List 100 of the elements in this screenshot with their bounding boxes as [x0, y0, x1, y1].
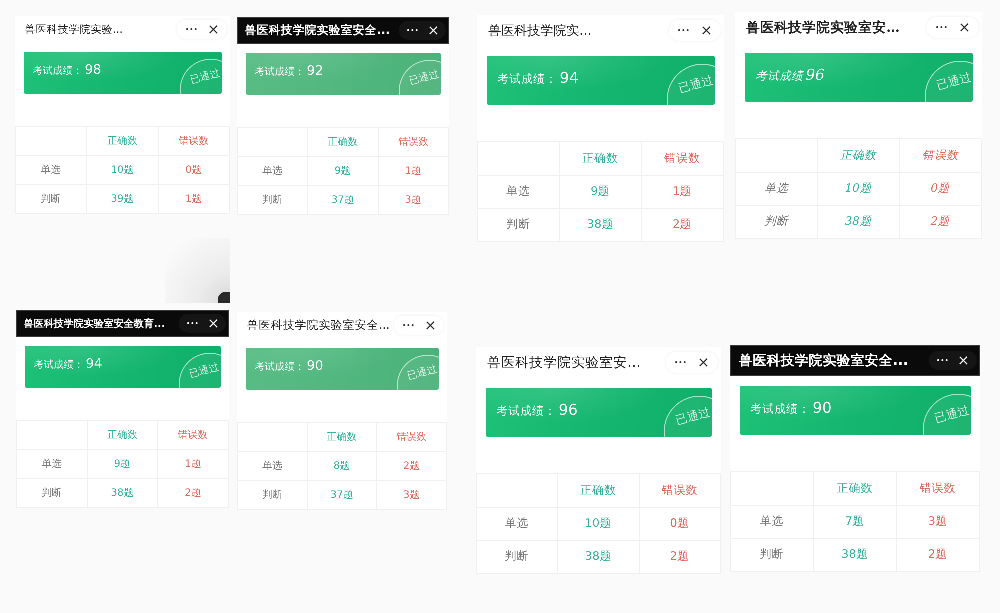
row-header: 判断 — [736, 205, 818, 239]
row-header: 单选 — [16, 450, 88, 478]
table-cell: 38题 — [818, 205, 900, 239]
table-cell: 9题 — [308, 156, 378, 186]
row-header: 单选 — [730, 505, 814, 538]
row-header: 单选 — [16, 156, 87, 184]
table-cell: 2题 — [896, 538, 980, 572]
row-header: 单选 — [238, 156, 308, 186]
row-header: 单选 — [476, 507, 558, 540]
column-header: 正确数 — [814, 472, 896, 506]
column-header: 正确数 — [86, 126, 158, 156]
score-text: 考试成绩：96 — [496, 400, 578, 419]
score-text: 考试成绩：98 — [33, 63, 102, 78]
row-header: 判断 — [478, 208, 560, 242]
close-icon — [959, 356, 969, 366]
table-cell: 9题 — [560, 175, 642, 208]
table-cell: 2题 — [376, 452, 446, 480]
table-cell: 37题 — [308, 186, 378, 214]
table-cell: 3题 — [896, 505, 980, 538]
column-header: 正确数 — [87, 420, 158, 450]
column-header: 正确数 — [308, 128, 378, 156]
column-header: 错误数 — [158, 126, 230, 156]
row-header: 判断 — [238, 480, 308, 510]
row-header: 单选 — [478, 175, 560, 208]
table-cell: 39题 — [86, 184, 158, 214]
table-cell: 8题 — [307, 452, 377, 480]
table-cell: 0题 — [900, 172, 982, 206]
table-cell: 3题 — [378, 186, 448, 214]
row-header: 判断 — [476, 540, 558, 574]
more-icon — [675, 361, 686, 364]
table-cell: 2题 — [639, 540, 720, 574]
table-cell: 37题 — [307, 480, 377, 510]
column-header: 正确数 — [560, 142, 642, 176]
close-icon — [209, 24, 218, 34]
table-cell: 2题 — [900, 205, 982, 239]
passed-stamp: 已通过 — [921, 393, 971, 435]
column-header: 错误数 — [376, 422, 446, 452]
page-title: 兽医科技学院实验... — [25, 22, 124, 36]
table-cell: 1题 — [378, 156, 448, 186]
more-icon — [678, 29, 690, 32]
close-icon — [209, 318, 218, 328]
close-icon — [960, 22, 970, 32]
column-header: 错误数 — [642, 142, 724, 176]
table-cell: 38题 — [814, 538, 896, 572]
table-cell: 0题 — [158, 156, 230, 184]
row-header: 判断 — [730, 538, 814, 572]
score-text: 考试成绩：90 — [255, 359, 324, 374]
close-icon — [429, 26, 438, 36]
score-text: 考试成绩：90 — [750, 398, 832, 417]
row-header: 判断 — [16, 478, 88, 508]
score-text: 考试成绩：94 — [498, 68, 579, 87]
more-icon — [936, 359, 948, 362]
passed-stamp: 已通过 — [923, 60, 973, 102]
page-title: 兽医科技学院实验室安全... — [245, 23, 390, 38]
table-cell: 1题 — [158, 184, 230, 214]
column-header: 错误数 — [158, 420, 228, 450]
table-cell: 2题 — [642, 208, 724, 242]
table-cell: 3题 — [376, 480, 446, 510]
column-header: 正确数 — [558, 474, 640, 508]
more-icon — [402, 324, 414, 327]
table-cell: 1题 — [158, 450, 228, 478]
table-cell: 38题 — [558, 540, 640, 574]
table-cell: 10题 — [558, 507, 640, 540]
table-cell: 0题 — [639, 507, 720, 540]
table-cell: 10题 — [86, 156, 158, 184]
table-cell: 38题 — [560, 208, 642, 242]
page-title: 兽医科技学院实验室安… — [488, 354, 641, 372]
page-title: 兽医科技学院实... — [488, 22, 592, 40]
column-header: 错误数 — [896, 472, 980, 506]
score-text: 考试成绩：94 — [34, 357, 102, 372]
table-cell: 9题 — [87, 450, 158, 478]
column-header: 正确数 — [307, 422, 377, 452]
table-cell: 1题 — [642, 175, 724, 208]
page-title: 兽医科技学院实验室安… — [746, 18, 900, 37]
score-text: 考试成绩96 — [756, 66, 825, 84]
row-header: 单选 — [736, 172, 818, 206]
close-icon — [702, 26, 712, 36]
table-cell: 10题 — [818, 172, 900, 206]
more-icon — [186, 322, 198, 325]
more-icon — [406, 29, 418, 32]
column-header: 错误数 — [378, 128, 448, 156]
table-cell: 2题 — [158, 478, 228, 508]
row-header: 判断 — [16, 184, 87, 214]
close-icon — [699, 358, 708, 368]
close-icon — [426, 320, 436, 330]
passed-stamp: 已通过 — [398, 59, 441, 95]
page-title: 兽医科技学院实验室安全... — [247, 318, 390, 333]
column-header: 错误数 — [900, 138, 982, 172]
row-header: 单选 — [238, 452, 308, 480]
page-title: 兽医科技学院实验室安全... — [739, 352, 908, 370]
page-title: 兽医科技学院实验室安全教育... — [24, 317, 166, 330]
column-header: 错误数 — [639, 474, 720, 508]
passed-stamp: 已通过 — [396, 354, 439, 390]
row-header: 判断 — [238, 186, 308, 214]
score-text: 考试成绩：92 — [255, 64, 324, 79]
more-icon — [186, 28, 198, 31]
table-cell: 7题 — [814, 505, 896, 538]
more-icon — [936, 26, 948, 29]
column-header: 正确数 — [818, 138, 900, 172]
table-cell: 38题 — [87, 478, 158, 508]
